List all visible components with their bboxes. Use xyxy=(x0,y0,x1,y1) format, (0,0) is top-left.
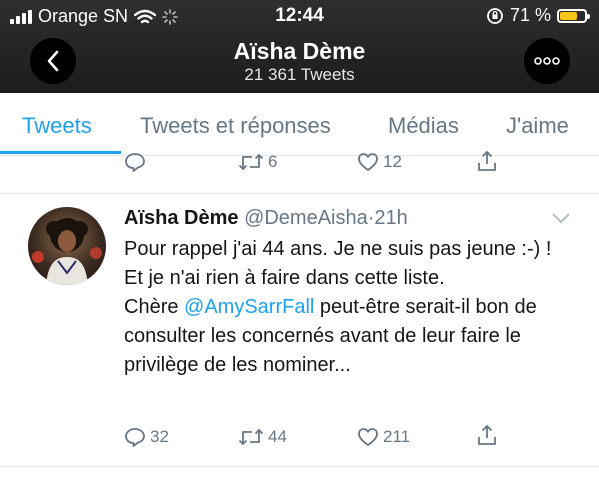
profile-name-title: Aïsha Dème xyxy=(233,38,366,64)
tab-media[interactable]: Médias xyxy=(388,113,459,139)
more-options-button[interactable] xyxy=(524,38,570,84)
more-dots-icon xyxy=(534,57,560,65)
reply-button[interactable] xyxy=(124,152,146,172)
reply-icon xyxy=(125,428,145,447)
retweet-count: 6 xyxy=(268,152,278,171)
previous-tweet-actions: 6 12 xyxy=(0,150,599,184)
tab-likes[interactable]: J'aime xyxy=(506,113,569,139)
share-icon xyxy=(478,150,496,171)
tweet-separator-bottom xyxy=(0,466,599,467)
retweet-icon xyxy=(238,153,264,171)
retweet-button[interactable]: 44 xyxy=(238,427,287,447)
tweet-header: Aïsha Dème @DemeAisha·21h xyxy=(124,207,408,230)
tweet-text-line1: Pour rappel j'ai 44 ans. Je ne suis pas … xyxy=(124,238,552,289)
tweet-count: 21 361 Tweets xyxy=(244,65,355,84)
tweet-actions: 32 44 211 xyxy=(0,424,599,457)
reply-button[interactable]: 32 xyxy=(124,427,169,447)
retweet-button[interactable]: 6 xyxy=(238,152,277,172)
reply-icon xyxy=(125,153,145,172)
retweet-count: 44 xyxy=(268,427,287,446)
heart-icon xyxy=(358,153,378,171)
share-button[interactable] xyxy=(476,150,498,172)
tweet-options-button[interactable] xyxy=(551,211,571,229)
avatar[interactable] xyxy=(28,207,106,285)
reply-count: 32 xyxy=(150,427,169,446)
heart-icon xyxy=(358,428,378,446)
tweet-text-line2: Chère @AmySarrFall peut-être serait-il b… xyxy=(124,296,537,376)
tab-tweets[interactable]: Tweets xyxy=(22,113,92,139)
retweet-icon xyxy=(238,428,264,446)
battery-icon xyxy=(557,8,590,23)
tweet-author-name[interactable]: Aïsha Dème xyxy=(124,207,239,229)
like-count: 211 xyxy=(383,427,411,446)
rotation-lock-icon xyxy=(487,7,503,24)
profile-tabs: Tweets Tweets et réponses Médias J'aime xyxy=(0,93,599,156)
share-icon xyxy=(478,424,496,445)
like-count: 12 xyxy=(383,152,402,171)
tweet-separator xyxy=(0,193,599,194)
chevron-down-icon xyxy=(552,213,570,224)
tweet-author-handle[interactable]: @DemeAisha xyxy=(244,207,368,229)
profile-header-bar: Orange SN 12:44 71 % Aïsha Dème 21 361 T… xyxy=(0,0,599,93)
battery-percent: 71 % xyxy=(509,5,551,25)
tweet-time[interactable]: 21h xyxy=(374,207,407,229)
like-button[interactable]: 211 xyxy=(357,427,410,447)
tab-tweets-replies[interactable]: Tweets et réponses xyxy=(140,113,331,139)
mention-link[interactable]: @AmySarrFall xyxy=(184,296,314,318)
share-button[interactable] xyxy=(476,424,498,446)
like-button[interactable]: 12 xyxy=(357,152,402,172)
status-bar: Orange SN 12:44 71 % xyxy=(0,0,599,32)
profile-photo xyxy=(32,218,102,285)
tweet-body: Pour rappel j'ai 44 ans. Je ne suis pas … xyxy=(124,235,564,380)
